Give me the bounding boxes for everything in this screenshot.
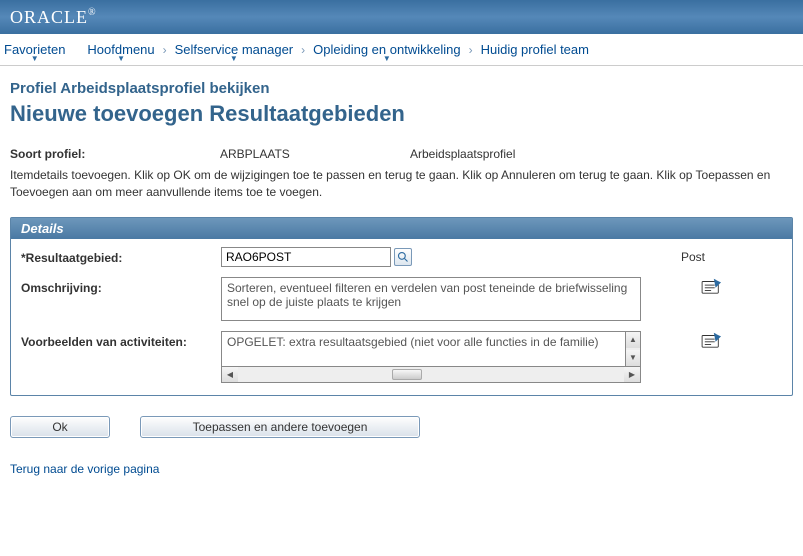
lookup-button[interactable] <box>394 248 412 266</box>
activities-textarea[interactable] <box>221 331 625 367</box>
dropdown-caret-icon[interactable]: ▼ <box>117 54 125 63</box>
dropdown-caret-icon[interactable]: ▼ <box>230 54 238 63</box>
chevron-right-icon: › <box>301 43 305 57</box>
description-label: Omschrijving: <box>21 277 221 295</box>
description-textarea[interactable] <box>221 277 641 321</box>
search-icon <box>397 251 409 263</box>
profile-type-label: Soort profiel: <box>10 147 220 161</box>
profile-type-row: Soort profiel: ARBPLAATS Arbeidsplaatspr… <box>10 147 793 161</box>
details-header: Details <box>11 218 792 239</box>
apply-and-add-button[interactable]: Toepassen en andere toevoegen <box>140 416 420 438</box>
horizontal-scrollbar: ◀ ▶ <box>221 367 641 383</box>
dropdown-caret-icon[interactable]: ▼ <box>383 54 391 63</box>
details-panel: Details *Resultaatgebied: Post Omschrijv… <box>10 217 793 396</box>
scroll-right-button[interactable]: ▶ <box>624 367 640 382</box>
breadcrumb-current[interactable]: Huidig profiel team <box>481 42 589 57</box>
edit-long-text-icon[interactable] <box>701 331 723 349</box>
page-title: Nieuwe toevoegen Resultaatgebieden <box>10 101 793 127</box>
profile-type-desc: Arbeidsplaatsprofiel <box>410 147 515 161</box>
activities-label: Voorbeelden van activiteiten: <box>21 331 221 349</box>
edit-long-text-icon[interactable] <box>701 277 723 295</box>
scroll-track[interactable] <box>238 367 624 382</box>
chevron-right-icon: › <box>469 43 473 57</box>
chevron-right-icon: › <box>163 43 167 57</box>
result-area-label: *Resultaatgebied: <box>21 247 221 265</box>
app-header: ORACLE® <box>0 0 803 34</box>
section-title: Profiel Arbeidsplaatsprofiel bekijken <box>10 80 793 97</box>
profile-type-code: ARBPLAATS <box>220 147 410 161</box>
ok-button[interactable]: Ok <box>10 416 110 438</box>
dropdown-caret-icon[interactable]: ▼ <box>31 54 39 63</box>
scroll-thumb[interactable] <box>392 369 422 380</box>
scroll-down-button[interactable]: ▼ <box>626 350 640 366</box>
instructions-text: Itemdetails toevoegen. Klik op OK om de … <box>10 167 793 201</box>
oracle-logo: ORACLE® <box>10 7 97 28</box>
breadcrumb: Favorieten ▼ Hoofdmenu ▼ › Selfservice m… <box>0 34 803 66</box>
scroll-left-button[interactable]: ◀ <box>222 367 238 382</box>
vertical-scrollbar: ▲ ▼ <box>625 331 641 367</box>
result-area-input[interactable] <box>221 247 391 267</box>
result-area-desc: Post <box>641 250 701 264</box>
back-link[interactable]: Terug naar de vorige pagina <box>10 462 159 476</box>
scroll-up-button[interactable]: ▲ <box>626 332 640 348</box>
